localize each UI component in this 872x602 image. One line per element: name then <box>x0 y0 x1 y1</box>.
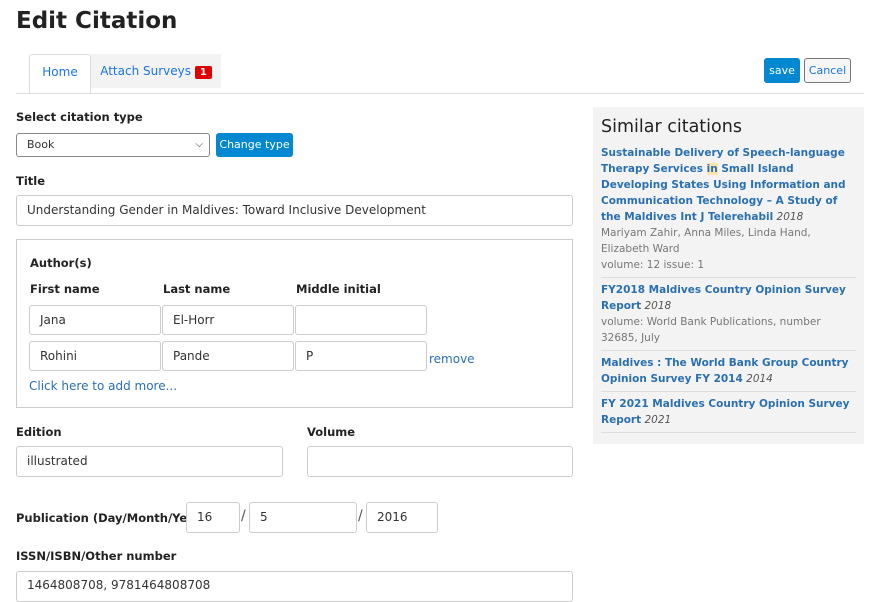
citation-year: 2021 <box>644 414 672 426</box>
similar-citation-link[interactable]: FY2018 Maldives Country Opinion Survey R… <box>601 284 846 312</box>
issn-input[interactable]: 1464808708, 9781464808708 <box>16 571 573 602</box>
edition-input[interactable]: illustrated <box>16 446 283 477</box>
similar-citation-item: Sustainable Delivery of Speech-language … <box>601 145 856 278</box>
tabs-divider <box>16 93 864 94</box>
publication-year-input[interactable]: 2016 <box>366 502 438 533</box>
save-button[interactable]: save <box>764 58 800 83</box>
author-middle-initial-input[interactable] <box>295 305 427 335</box>
similar-citations-panel: Similar citations Sustainable Delivery o… <box>593 107 864 444</box>
similar-citation-item: FY 2021 Maldives Country Opinion Survey … <box>601 392 856 433</box>
change-type-button[interactable]: Change type <box>216 133 293 157</box>
author-middle-initial-input[interactable]: P <box>295 341 427 371</box>
volume-label: Volume <box>307 425 356 439</box>
author-first-name-input[interactable]: Rohini <box>29 341 161 371</box>
remove-author-link[interactable]: remove <box>429 352 475 366</box>
citation-meta: volume: 12 issue: 1 <box>601 259 705 271</box>
tab-attach-surveys[interactable]: Attach Surveys 1 <box>91 54 221 88</box>
citation-year: 2014 <box>746 373 773 385</box>
edition-label: Edition <box>16 425 62 439</box>
title-input[interactable]: Understanding Gender in Maldives: Toward… <box>16 195 573 226</box>
publication-label: Publication (Day/Month/Year) <box>16 511 206 525</box>
citation-year: 2018 <box>776 211 804 223</box>
citation-type-select[interactable]: Book ⌵ <box>16 133 210 157</box>
citation-meta: volume: World Bank Publications, number … <box>601 316 821 344</box>
similar-citations-title: Similar citations <box>601 117 742 137</box>
author-first-name-input[interactable]: Jana <box>29 305 161 335</box>
cancel-button[interactable]: Cancel <box>804 58 851 83</box>
issn-label: ISSN/ISBN/Other number <box>16 549 177 563</box>
similar-citation-link[interactable]: FY 2021 Maldives Country Opinion Survey … <box>601 398 849 426</box>
date-separator: / <box>241 508 246 524</box>
publication-day-input[interactable]: 16 <box>186 502 240 533</box>
middle-initial-header: Middle initial <box>296 282 381 296</box>
last-name-header: Last name <box>163 282 231 296</box>
first-name-header: First name <box>30 282 100 296</box>
similar-citation-link[interactable]: Sustainable Delivery of Speech-language … <box>601 147 846 223</box>
publication-month-input[interactable]: 5 <box>249 502 357 533</box>
tab-home-label: Home <box>42 65 78 79</box>
similar-citation-link[interactable]: Maldives : The World Bank Group Country … <box>601 357 849 385</box>
citation-authors: Mariyam Zahir, Anna Miles, Linda Hand, E… <box>601 227 811 255</box>
page-title: Edit Citation <box>16 8 178 34</box>
tab-attach-surveys-label: Attach Surveys <box>100 64 191 78</box>
similar-citation-item: Maldives : The World Bank Group Country … <box>601 351 856 392</box>
title-label: Title <box>16 174 46 188</box>
similar-citation-item: FY2018 Maldives Country Opinion Survey R… <box>601 278 856 351</box>
date-separator: / <box>358 508 363 524</box>
citation-year: 2018 <box>644 300 672 312</box>
citation-type-label: Select citation type <box>16 110 143 124</box>
tab-home[interactable]: Home <box>29 54 91 94</box>
chevron-down-icon: ⌵ <box>195 139 203 150</box>
author-last-name-input[interactable]: El-Horr <box>162 305 294 335</box>
badge-count: 1 <box>194 66 212 79</box>
volume-input[interactable] <box>307 446 573 477</box>
add-more-authors-link[interactable]: Click here to add more... <box>29 379 177 393</box>
citation-type-value: Book <box>27 138 55 151</box>
authors-label: Author(s) <box>30 256 92 270</box>
author-last-name-input[interactable]: Pande <box>162 341 294 371</box>
